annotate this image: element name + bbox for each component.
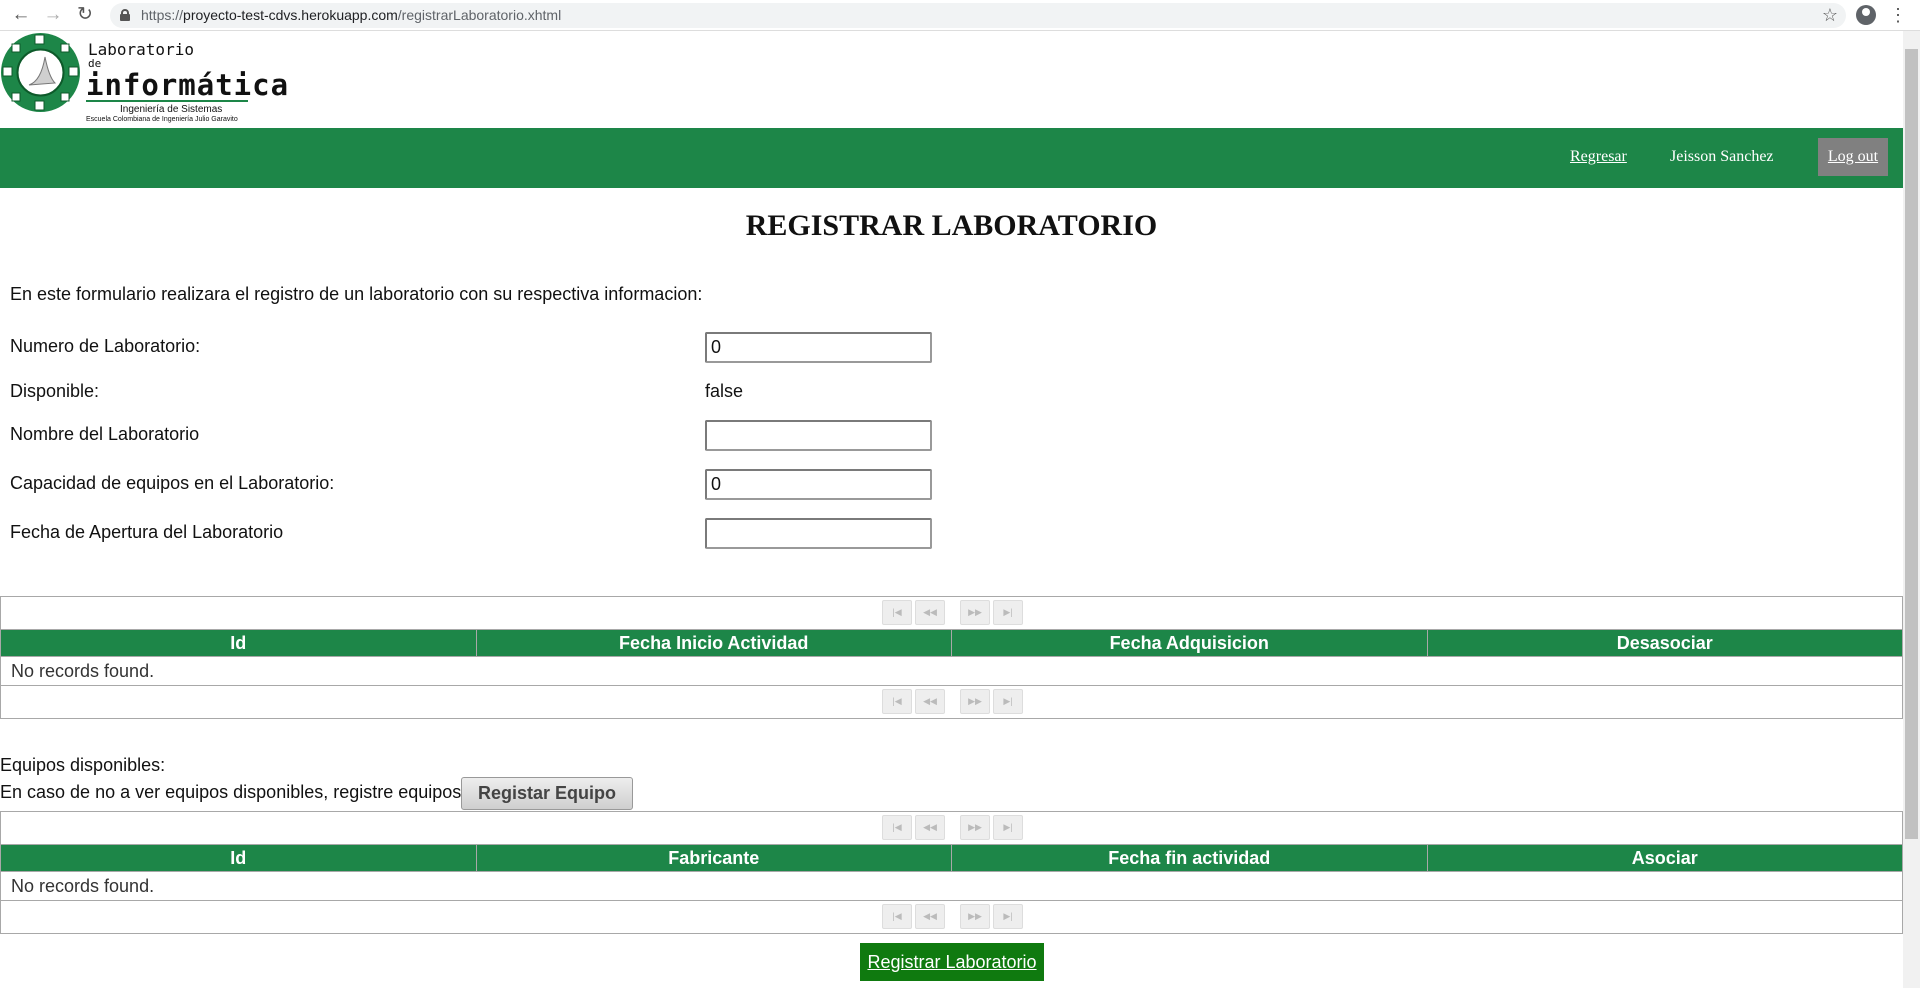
- nombre-input[interactable]: [705, 420, 932, 451]
- lock-icon: [120, 9, 130, 21]
- column-header-fecha-fin[interactable]: Fecha fin actividad: [952, 845, 1428, 871]
- page-title: REGISTRAR LABORATORIO: [745, 209, 1158, 242]
- reload-icon[interactable]: ↻: [73, 4, 97, 26]
- numero-label: Numero de Laboratorio:: [10, 336, 201, 356]
- first-page-button[interactable]: |◀: [882, 815, 912, 840]
- first-page-button[interactable]: |◀: [882, 689, 912, 714]
- column-header-desasociar[interactable]: Desasociar: [1428, 630, 1903, 656]
- address-bar[interactable]: https://proyecto-test-cdvs.herokuapp.com…: [110, 3, 1846, 28]
- nombre-label: Nombre del Laboratorio: [10, 424, 200, 444]
- next-page-button[interactable]: ▶▶: [960, 815, 990, 840]
- intro-text: En este formulario realizara el registro…: [10, 284, 703, 304]
- fecha-apertura-input[interactable]: [705, 518, 932, 549]
- back-arrow-icon[interactable]: ←: [9, 4, 33, 26]
- next-page-button[interactable]: ▶▶: [960, 600, 990, 625]
- table2-paginator-bottom: |◀ ◀◀ ▶▶ ▶|: [1, 901, 1902, 933]
- first-page-button[interactable]: |◀: [882, 600, 912, 625]
- equipos-asociados-table: |◀ ◀◀ ▶▶ ▶| Id Fecha Inicio Actividad Fe…: [0, 596, 1903, 719]
- bookmark-star-icon[interactable]: ☆: [1822, 3, 1838, 28]
- capacidad-input[interactable]: [705, 469, 932, 500]
- next-page-button[interactable]: ▶▶: [960, 689, 990, 714]
- logo-subtitle: Ingeniería de Sistemas: [120, 104, 223, 115]
- table2-empty-row: No records found.: [1, 872, 1902, 901]
- page-content: Laboratorio de informática Ingeniería de…: [0, 31, 1903, 988]
- fecha-apertura-label: Fecha de Apertura del Laboratorio: [10, 522, 284, 542]
- registrar-laboratorio-button[interactable]: Registrar Laboratorio: [860, 943, 1044, 981]
- last-page-button[interactable]: ▶|: [993, 904, 1023, 929]
- logo-divider: [86, 100, 248, 102]
- column-header-id[interactable]: Id: [1, 630, 477, 656]
- table1-header: Id Fecha Inicio Actividad Fecha Adquisic…: [1, 629, 1902, 657]
- logo-text-laboratorio: Laboratorio: [88, 40, 194, 59]
- table1-paginator-bottom: |◀ ◀◀ ▶▶ ▶|: [1, 686, 1902, 718]
- profile-icon[interactable]: [1856, 5, 1876, 25]
- equipos-disponibles-label: Equipos disponibles:: [0, 755, 166, 775]
- scrollbar-thumb[interactable]: [1905, 49, 1918, 839]
- regresar-link[interactable]: Regresar: [1570, 148, 1627, 166]
- disponible-value: false: [705, 381, 744, 401]
- prev-page-button[interactable]: ◀◀: [915, 689, 945, 714]
- site-logo: Laboratorio de informática Ingeniería de…: [0, 31, 288, 128]
- prev-page-button[interactable]: ◀◀: [915, 815, 945, 840]
- page-scrollbar[interactable]: [1903, 31, 1920, 988]
- table1-empty-row: No records found.: [1, 657, 1902, 686]
- first-page-button[interactable]: |◀: [882, 904, 912, 929]
- column-header-id[interactable]: Id: [1, 845, 477, 871]
- last-page-button[interactable]: ▶|: [993, 689, 1023, 714]
- last-page-button[interactable]: ▶|: [993, 600, 1023, 625]
- header-bar: Regresar Jeisson Sanchez Log out: [0, 128, 1903, 188]
- table2-header: Id Fabricante Fecha fin actividad Asocia…: [1, 844, 1902, 872]
- logo-emblem-icon: [1, 33, 80, 112]
- next-page-button[interactable]: ▶▶: [960, 904, 990, 929]
- forward-arrow-icon[interactable]: →: [41, 4, 65, 26]
- numero-input[interactable]: [705, 332, 932, 363]
- user-name: Jeisson Sanchez: [1670, 148, 1774, 165]
- registrar-equipo-button[interactable]: Registar Equipo: [461, 777, 633, 810]
- equipos-disponibles-table: |◀ ◀◀ ▶▶ ▶| Id Fabricante Fecha fin acti…: [0, 811, 1903, 934]
- disponible-label: Disponible:: [10, 381, 100, 401]
- column-header-asociar[interactable]: Asociar: [1428, 845, 1903, 871]
- menu-dots-icon[interactable]: ⋮: [1888, 4, 1908, 26]
- equipos-hint: En caso de no a ver equipos disponibles,…: [0, 782, 467, 802]
- url-text: https://proyecto-test-cdvs.herokuapp.com…: [141, 7, 562, 23]
- logout-button[interactable]: Log out: [1818, 138, 1888, 176]
- table1-paginator-top: |◀ ◀◀ ▶▶ ▶|: [1, 597, 1902, 629]
- browser-toolbar: ← → ↻ https://proyecto-test-cdvs.herokua…: [0, 0, 1920, 31]
- last-page-button[interactable]: ▶|: [993, 815, 1023, 840]
- column-header-fecha-adquisicion[interactable]: Fecha Adquisicion: [952, 630, 1428, 656]
- logo-school-name: Escuela Colombiana de Ingeniería Julio G…: [86, 116, 238, 123]
- capacidad-label: Capacidad de equipos en el Laboratorio:: [10, 473, 335, 493]
- prev-page-button[interactable]: ◀◀: [915, 904, 945, 929]
- prev-page-button[interactable]: ◀◀: [915, 600, 945, 625]
- column-header-fecha-inicio[interactable]: Fecha Inicio Actividad: [477, 630, 952, 656]
- table2-paginator-top: |◀ ◀◀ ▶▶ ▶|: [1, 812, 1902, 844]
- column-header-fabricante[interactable]: Fabricante: [477, 845, 952, 871]
- logo-text-informatica: informática: [86, 68, 290, 102]
